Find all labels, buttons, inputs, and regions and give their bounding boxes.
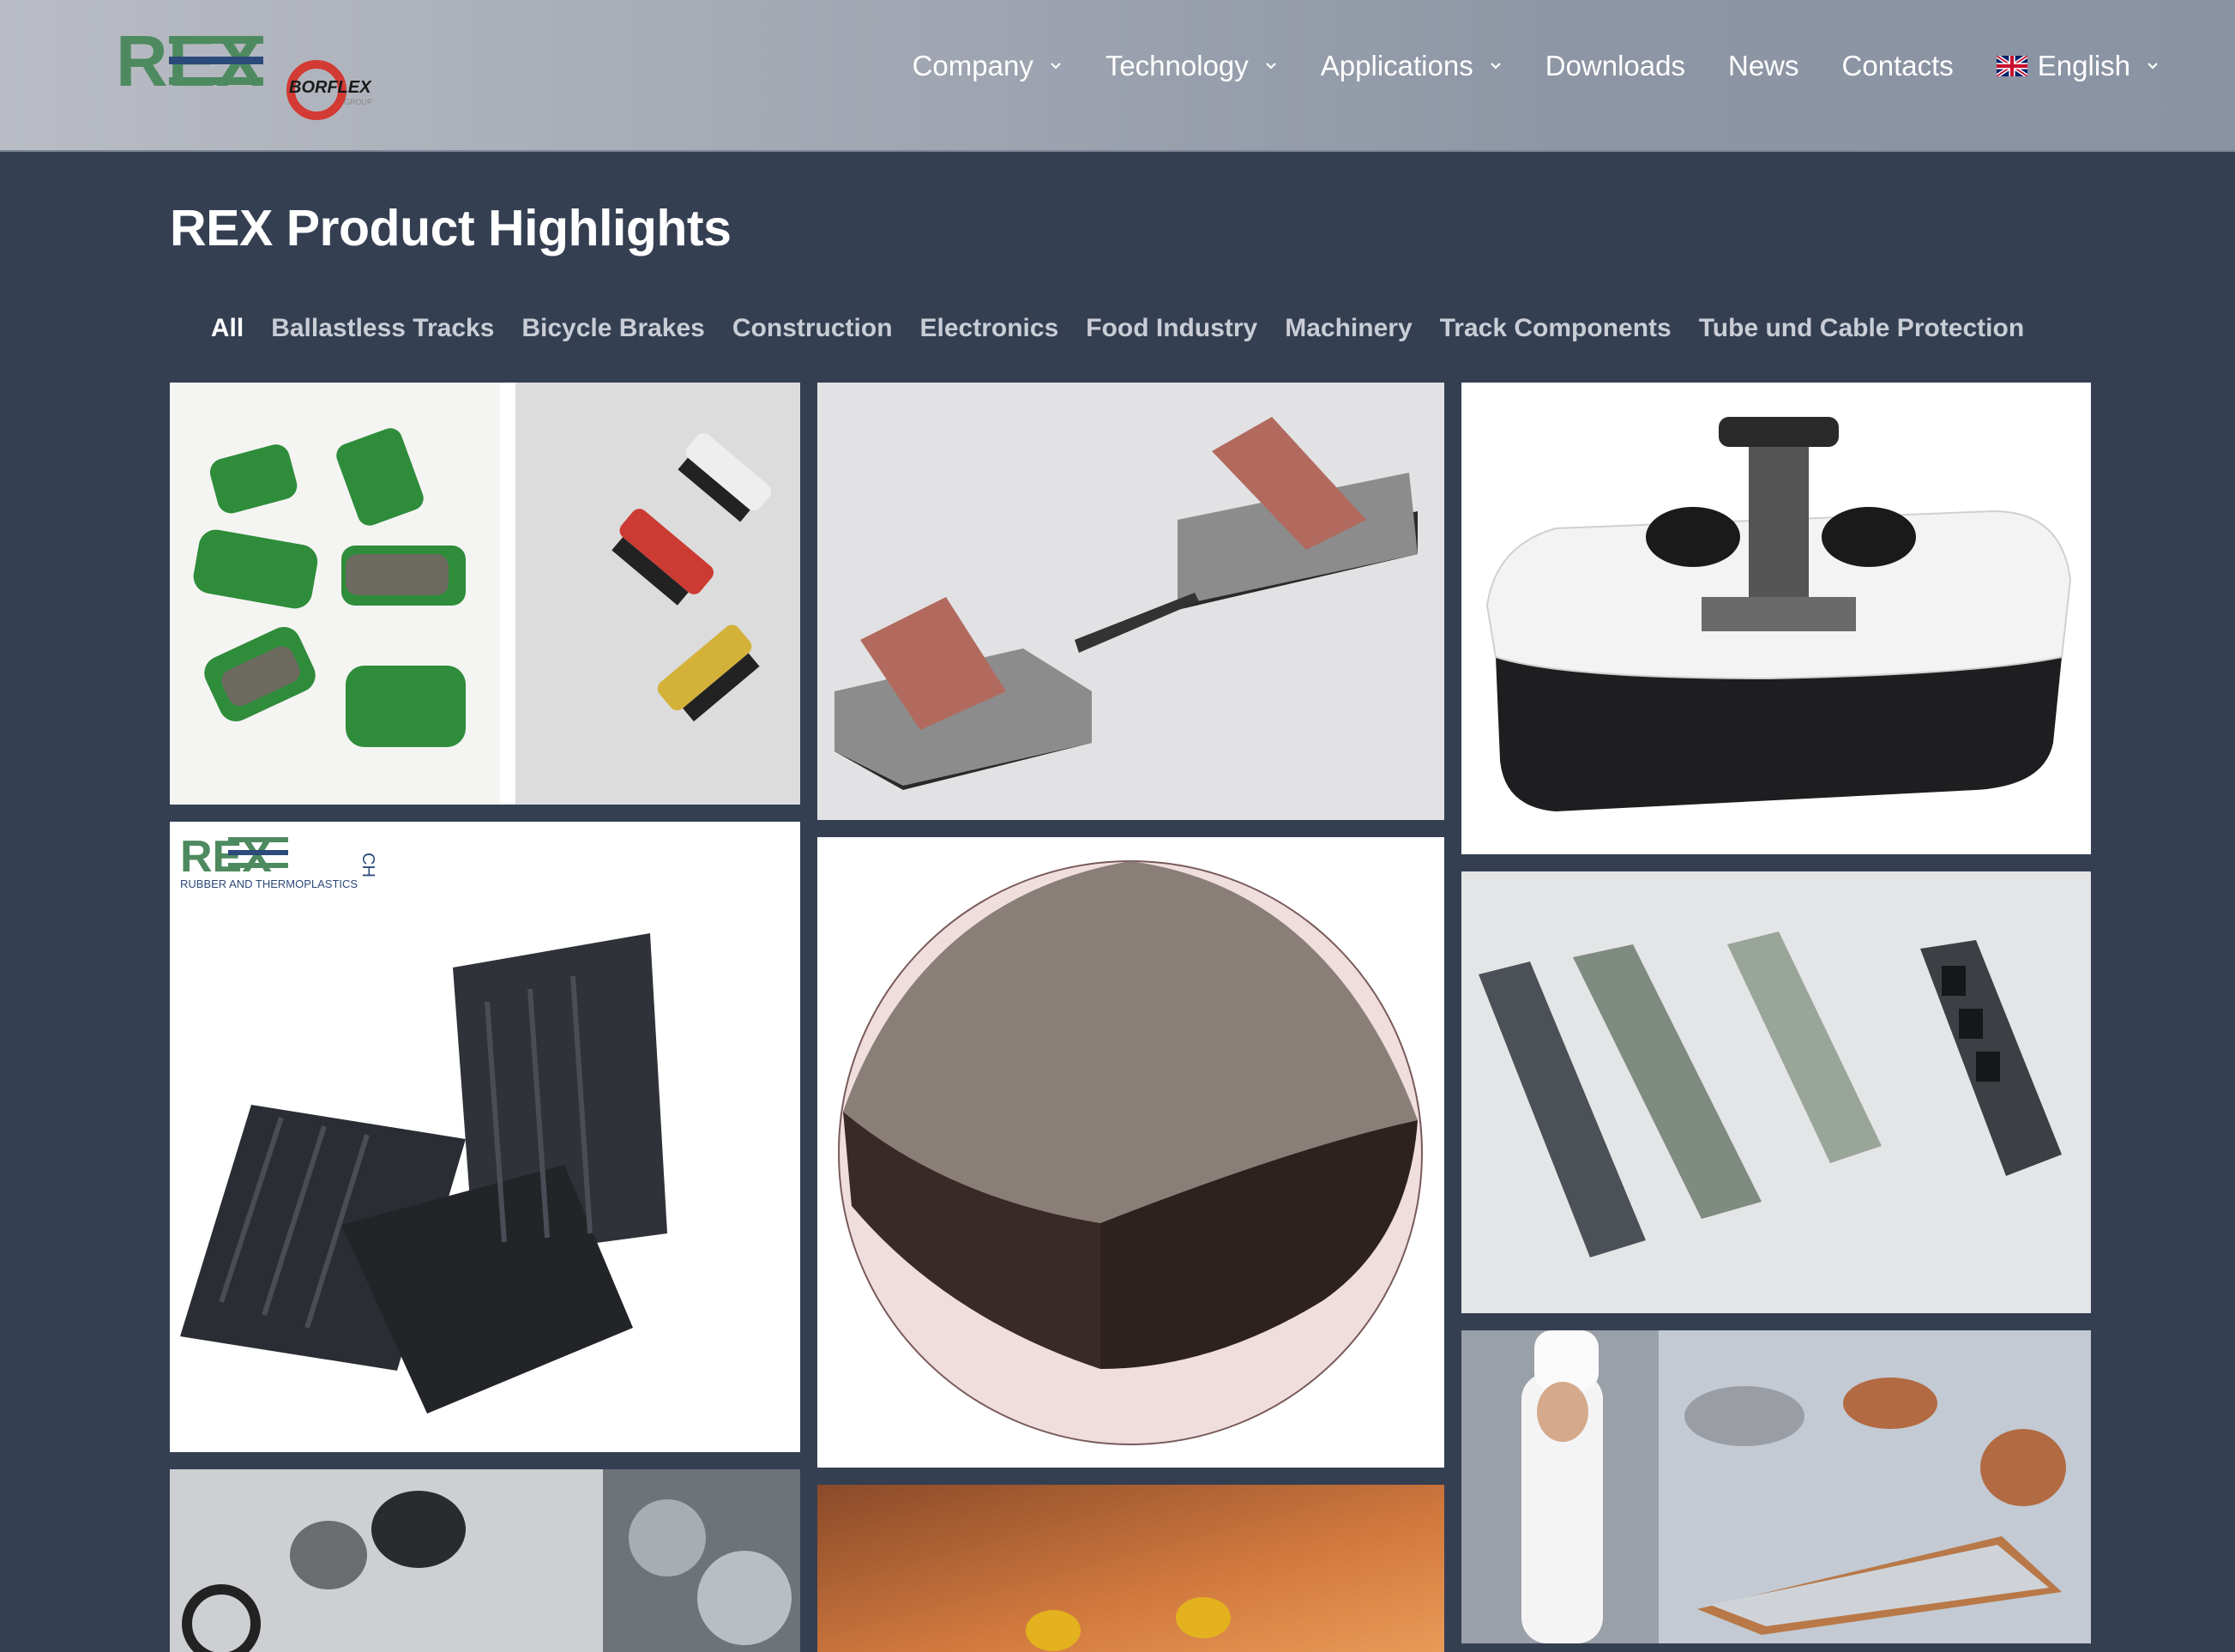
product-tile-rail-sleeper-block[interactable] (1461, 383, 2091, 854)
logo-sub-text: BORFLEX (289, 78, 372, 97)
nav-company[interactable]: Company (913, 50, 1063, 82)
nav-news[interactable]: News (1728, 50, 1799, 82)
product-tile-rubber-granulate-block[interactable] (817, 837, 1444, 1468)
nav-contacts[interactable]: Contacts (1842, 50, 1954, 82)
filter-machinery[interactable]: Machinery (1285, 314, 1412, 343)
chevron-down-icon (1051, 63, 1061, 69)
product-tile-firefighters[interactable] (817, 1485, 1444, 1652)
nav-contacts-label: Contacts (1841, 50, 1954, 81)
logo-group-text: GROUP (344, 98, 372, 106)
language-selector[interactable]: English (1996, 50, 2160, 82)
filter-track-components[interactable]: Track Components (1440, 314, 1672, 343)
nav-company-label: Company (912, 50, 1033, 81)
product-tile-rail-track-supports[interactable] (817, 383, 1444, 820)
product-tile-rubber-profiles[interactable] (1461, 871, 2091, 1313)
machinery-parts-image (170, 1469, 800, 1652)
chevron-down-icon (1490, 63, 1501, 69)
page-title: REX Product Highlights (170, 200, 732, 256)
nav-technology-label: Technology (1105, 50, 1249, 81)
language-label: English (2037, 50, 2130, 81)
rubber-mats-image: REX CH RUBBER AND THERMOPLASTICS (170, 822, 800, 1452)
nav-applications[interactable]: Applications (1321, 50, 1503, 82)
product-tile-bicycle-brake-pads[interactable] (170, 383, 800, 805)
nav-technology[interactable]: Technology (1105, 50, 1278, 82)
rail-sleeper-block-image (1461, 383, 2091, 854)
filter-ballastless-tracks[interactable]: Ballastless Tracks (271, 314, 494, 343)
nav-applications-label: Applications (1320, 50, 1473, 81)
site-header: REX BORFLEX GROUP Company Technology App… (0, 0, 2235, 152)
tile-logo-side-text: CH (358, 853, 377, 877)
rubber-profiles-image (1461, 871, 2091, 1313)
product-tile-food-industry-seals[interactable] (1461, 1330, 2091, 1643)
main-nav: Company Technology Applications Download… (913, 50, 2160, 82)
nav-downloads[interactable]: Downloads (1545, 50, 1685, 82)
product-tile-rubber-mats[interactable]: REX CH RUBBER AND THERMOPLASTICS (170, 822, 800, 1452)
nav-downloads-label: Downloads (1545, 50, 1685, 81)
chevron-down-icon (1266, 63, 1276, 69)
category-filter-bar: All Ballastless Tracks Bicycle Brakes Co… (0, 314, 2235, 343)
tile-logo-caption: RUBBER AND THERMOPLASTICS (180, 877, 358, 890)
nav-news-label: News (1728, 50, 1799, 81)
filter-bicycle-brakes[interactable]: Bicycle Brakes (521, 314, 705, 343)
filter-food-industry[interactable]: Food Industry (1086, 314, 1257, 343)
filter-electronics[interactable]: Electronics (920, 314, 1059, 343)
firefighters-image (817, 1485, 1444, 1652)
rex-borflex-logo[interactable]: REX BORFLEX GROUP (116, 24, 399, 123)
chevron-down-icon (2148, 63, 2158, 69)
bicycle-brake-pads-image (170, 383, 800, 805)
filter-tube-cable-protection[interactable]: Tube und Cable Protection (1699, 314, 2024, 343)
product-tile-machinery-parts[interactable] (170, 1469, 800, 1652)
rubber-granulate-block-image (817, 837, 1444, 1468)
filter-all[interactable]: All (211, 314, 244, 343)
filter-construction[interactable]: Construction (732, 314, 893, 343)
rail-track-supports-image (817, 383, 1444, 820)
uk-flag-icon (1996, 56, 2027, 76)
food-industry-seals-image (1461, 1330, 2091, 1643)
